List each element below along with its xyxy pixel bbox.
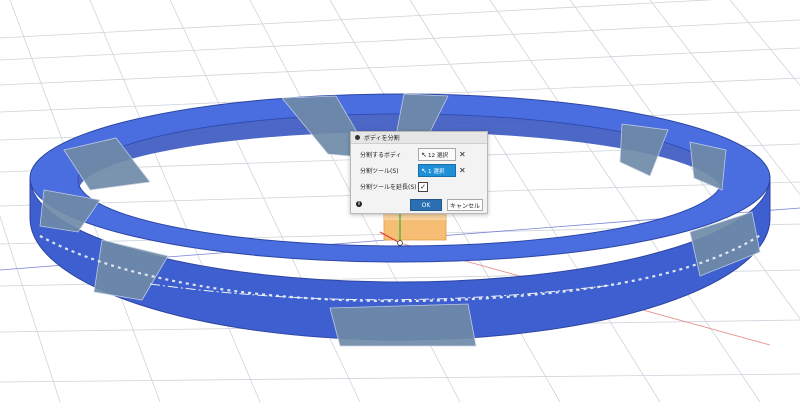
collapse-icon[interactable]: [355, 135, 360, 140]
bodies-label: 分割するボディ: [360, 152, 402, 159]
cursor-arrow-icon: ↖: [421, 150, 427, 159]
row-tool: 分割ツール(S) ↖ 1 選択 ✕: [351, 164, 487, 177]
dialog-footer: i OK キャンセル: [351, 198, 487, 211]
clear-tool-button[interactable]: ✕: [459, 166, 466, 175]
dialog-header[interactable]: ボディを分割: [351, 132, 487, 144]
extend-label: 分割ツールを延長(S): [360, 184, 417, 191]
cursor-arrow-icon: ↖: [421, 166, 427, 175]
origin-point[interactable]: [397, 240, 403, 246]
extend-checkbox[interactable]: ✓: [418, 181, 428, 192]
dialog-title: ボディを分割: [364, 135, 400, 142]
bodies-count: 12 選択: [428, 152, 449, 159]
row-extend: 分割ツールを延長(S) ✓: [351, 180, 487, 193]
split-body-dialog: ボディを分割 分割するボディ ↖ 12 選択 ✕ 分割ツール(S) ↖ 1 選択…: [350, 131, 488, 214]
canvas-viewport[interactable]: ボディを分割 分割するボディ ↖ 12 選択 ✕ 分割ツール(S) ↖ 1 選択…: [0, 0, 800, 402]
clear-bodies-button[interactable]: ✕: [459, 150, 466, 159]
tool-selection[interactable]: ↖ 1 選択: [418, 164, 456, 177]
bodies-selection[interactable]: ↖ 12 選択: [418, 148, 456, 161]
info-icon[interactable]: i: [356, 201, 362, 207]
tool-count: 1 選択: [428, 168, 445, 175]
tool-label: 分割ツール(S): [360, 168, 399, 175]
ok-button[interactable]: OK: [410, 199, 442, 211]
split-tool-box[interactable]: [383, 211, 447, 241]
cancel-button[interactable]: キャンセル: [447, 199, 483, 211]
row-bodies: 分割するボディ ↖ 12 選択 ✕: [351, 148, 487, 161]
